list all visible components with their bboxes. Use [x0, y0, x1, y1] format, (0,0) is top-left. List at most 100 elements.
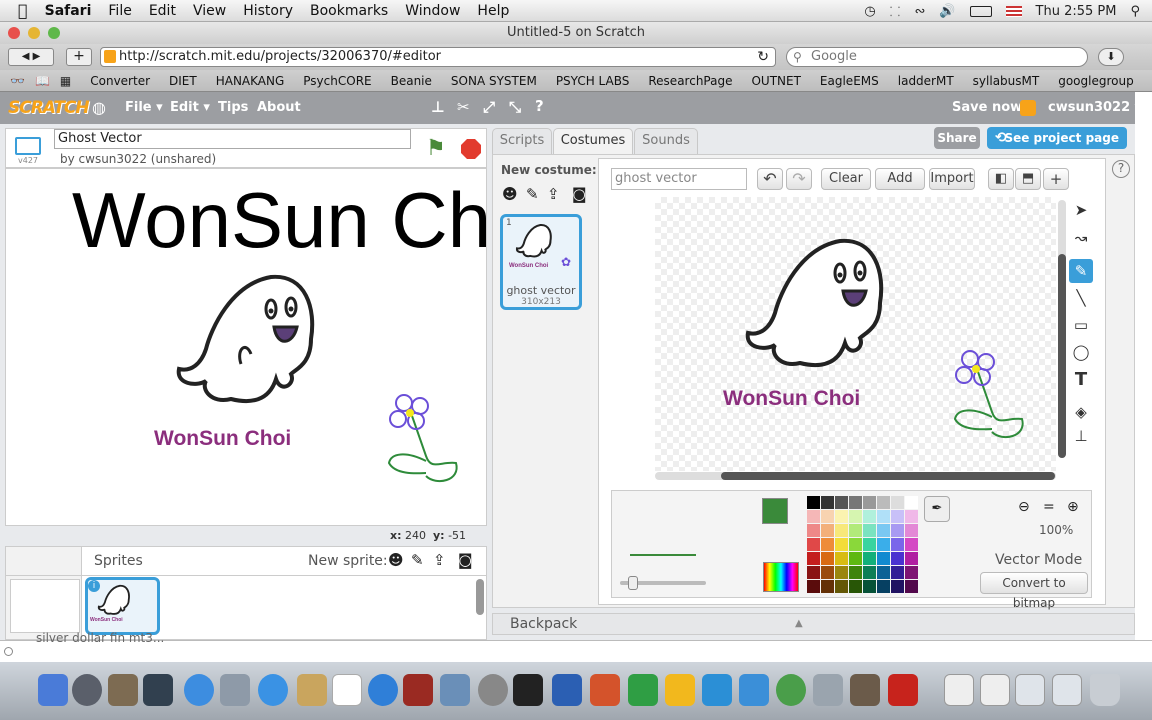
clear-button[interactable]: Clear [821, 168, 871, 190]
tab-scripts[interactable]: Scripts [492, 128, 552, 154]
color-swatch[interactable] [849, 510, 862, 523]
color-swatch[interactable] [807, 524, 820, 537]
shrink-icon[interactable]: ⤡ [509, 98, 521, 116]
text-tool-icon[interactable]: T [1069, 367, 1093, 391]
launchpad-icon[interactable] [72, 674, 102, 706]
green-flag-icon[interactable]: ⚑ [426, 136, 446, 161]
zoom-reset-icon[interactable]: = [1043, 499, 1055, 515]
cut-scissors-icon[interactable]: ✂ [457, 98, 470, 116]
sprite-library-icon[interactable]: ☻ [388, 551, 404, 569]
bookmark-item[interactable]: ResearchPage [648, 74, 732, 88]
select-tool-icon[interactable]: ➤ [1069, 198, 1093, 222]
zoom-in-icon[interactable]: ⊕ [1067, 499, 1079, 515]
bookmark-item[interactable]: syllabusMT [973, 74, 1040, 88]
reload-icon[interactable]: ↻ [757, 48, 769, 66]
volume-icon[interactable]: 🔊 [939, 4, 955, 19]
contacts-icon[interactable] [297, 674, 327, 706]
flower-sprite[interactable] [386, 391, 466, 491]
sprite-thumbnail[interactable]: i WonSun Choi [85, 577, 160, 635]
sprites-scrollbar[interactable] [476, 579, 484, 615]
canvas-flower-drawing[interactable] [952, 347, 1032, 447]
color-swatch[interactable] [863, 580, 876, 593]
pencil-tool-icon[interactable]: ✎ [1069, 259, 1093, 283]
color-swatch[interactable] [849, 496, 862, 509]
search-input[interactable]: ⚲ Google [786, 47, 1088, 67]
color-swatch[interactable] [807, 566, 820, 579]
costume-name-input[interactable]: ghost vector [611, 168, 747, 190]
color-swatch[interactable] [835, 538, 848, 551]
canvas-h-scroll-thumb[interactable] [721, 472, 1055, 480]
color-swatch[interactable] [849, 552, 862, 565]
bookmark-item[interactable]: HANAKANG [216, 74, 285, 88]
flip-horizontal-icon[interactable]: ◧ [988, 168, 1014, 190]
import-button[interactable]: Import [929, 168, 975, 190]
image-capture-icon[interactable] [108, 674, 138, 706]
color-swatch[interactable] [877, 496, 890, 509]
safari-icon[interactable] [258, 674, 288, 706]
menu-edit[interactable]: Edit [149, 3, 176, 19]
color-swatch[interactable] [849, 566, 862, 579]
project-title-input[interactable]: Ghost Vector [54, 129, 411, 149]
color-swatch[interactable] [863, 496, 876, 509]
color-swatch[interactable] [891, 496, 904, 509]
color-swatch[interactable] [807, 538, 820, 551]
downloads-stack-icon[interactable] [1015, 674, 1045, 706]
color-swatch[interactable] [905, 580, 918, 593]
upload-costume-icon[interactable]: ⇪ [547, 185, 560, 203]
color-swatch[interactable] [849, 524, 862, 537]
color-swatch[interactable] [891, 538, 904, 551]
bookmark-item[interactable]: DIET [169, 74, 197, 88]
color-swatch[interactable] [863, 552, 876, 565]
duplicate-stamp-icon[interactable]: ⊥ [431, 98, 445, 116]
canvas-caption-text[interactable]: WonSun Choi [723, 387, 860, 411]
excel-icon[interactable] [628, 674, 658, 706]
menu-history[interactable]: History [243, 3, 293, 19]
color-swatch[interactable] [905, 538, 918, 551]
canvas-v-scroll-thumb[interactable] [1058, 254, 1066, 458]
color-swatch[interactable] [891, 580, 904, 593]
color-swatch[interactable] [877, 580, 890, 593]
grow-icon[interactable]: ⤢ [483, 98, 495, 116]
undo-icon[interactable]: ↶ [757, 168, 783, 190]
camera-costume-icon[interactable]: ◙ [572, 185, 587, 203]
color-swatch[interactable] [877, 510, 890, 523]
powerpoint-icon[interactable] [590, 674, 620, 706]
menu-bookmarks[interactable]: Bookmarks [310, 3, 388, 19]
color-swatch[interactable] [891, 552, 904, 565]
color-swatch[interactable] [807, 496, 820, 509]
downloads-icon[interactable]: ⬇ [1098, 48, 1124, 66]
stop-sign-icon[interactable] [461, 139, 481, 159]
menu-file[interactable]: File [108, 3, 131, 19]
add-page-icon[interactable]: + [66, 48, 92, 66]
stage[interactable]: WonSun Choi WonSun Choi [5, 168, 487, 526]
color-swatch[interactable] [863, 566, 876, 579]
time-machine-icon[interactable]: ◷ [864, 4, 875, 19]
color-swatch[interactable] [835, 510, 848, 523]
bookmark-item[interactable]: EagleEMS [820, 74, 879, 88]
redo-icon[interactable]: ↷ [786, 168, 812, 190]
add-button[interactable]: Add [875, 168, 925, 190]
stage-thumbnail[interactable] [10, 579, 80, 633]
flag-icon[interactable] [1005, 5, 1022, 17]
docx-file-icon[interactable] [944, 674, 974, 706]
user-avatar[interactable] [1020, 100, 1036, 116]
color-swatch[interactable] [863, 524, 876, 537]
menu-app-safari[interactable]: Safari [45, 3, 92, 19]
system-preferences-icon[interactable] [478, 674, 508, 706]
color-swatch[interactable] [835, 580, 848, 593]
bookmark-item[interactable]: Converter [90, 74, 150, 88]
color-swatch[interactable] [905, 510, 918, 523]
color-swatch[interactable] [821, 496, 834, 509]
menu-window[interactable]: Window [405, 3, 460, 19]
color-swatch[interactable] [807, 580, 820, 593]
backpack-expand-icon[interactable]: ▲ [795, 614, 803, 634]
finder-icon[interactable] [38, 674, 68, 706]
color-swatch[interactable] [849, 580, 862, 593]
globe-icon[interactable]: ◍ [92, 98, 106, 117]
color-swatch[interactable] [821, 510, 834, 523]
network-icon[interactable] [813, 674, 843, 706]
share-button[interactable]: Share [934, 127, 980, 149]
ellipse-tool-icon[interactable]: ◯ [1069, 340, 1093, 364]
color-swatch[interactable] [821, 538, 834, 551]
trash-icon[interactable] [1090, 674, 1120, 706]
